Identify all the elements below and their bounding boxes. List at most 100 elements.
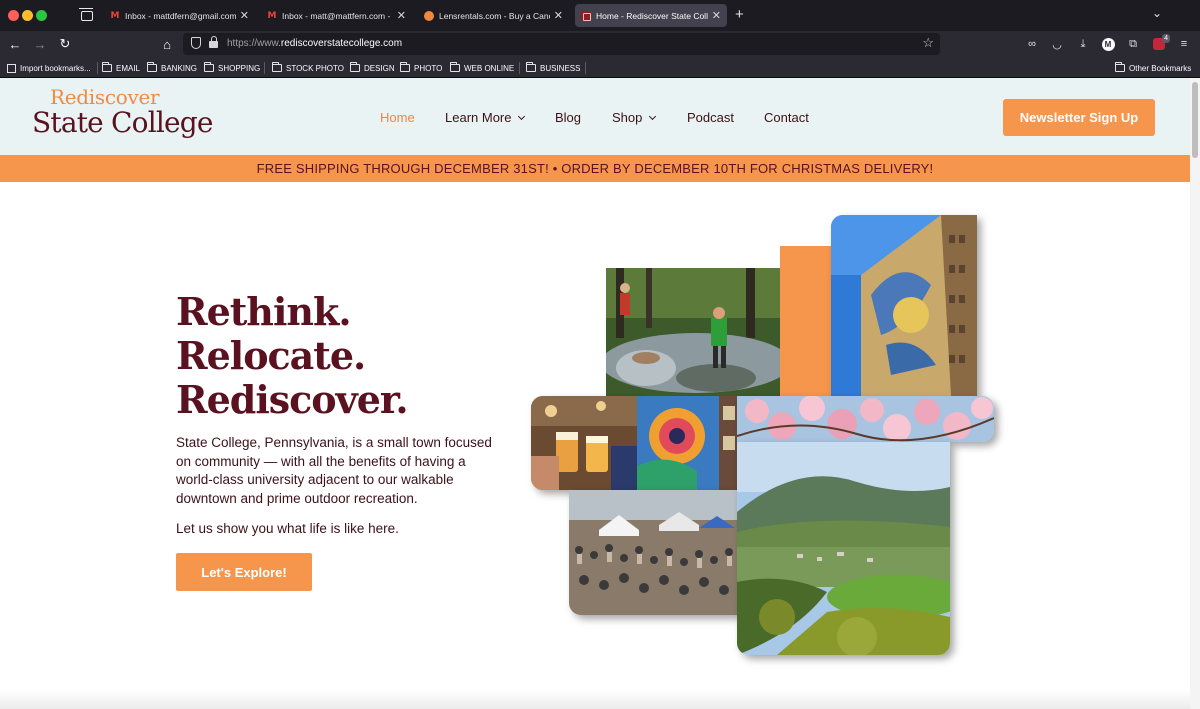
nav-label: Home	[380, 110, 415, 125]
nav-label: Contact	[764, 110, 809, 125]
nav-blog[interactable]: Blog	[555, 110, 581, 125]
bookmarks-toolbar: Import bookmarks... EMAIL BANKING SHOPPI…	[0, 57, 1200, 78]
scrollbar-thumb[interactable]	[1192, 82, 1198, 158]
photo-street-festival	[569, 490, 739, 615]
url-text[interactable]: https://www.rediscoverstatecollege.com	[227, 38, 402, 49]
close-window-button[interactable]	[8, 10, 19, 21]
back-arrow-icon[interactable]: ←	[5, 34, 25, 54]
new-tab-icon[interactable]: +	[735, 6, 744, 23]
bookmark-folder-business[interactable]: BUSINESS	[526, 61, 580, 75]
folder-icon	[1115, 62, 1125, 72]
hero-title-line: Rethink.	[176, 289, 352, 334]
extension-badge-count: 4	[1162, 34, 1170, 43]
bookmark-label: WEB ONLINE	[464, 63, 515, 73]
nav-learn-more[interactable]: Learn More	[445, 110, 526, 125]
bookmark-label: SHOPPING	[218, 63, 261, 73]
bookmark-folder-stock-photo[interactable]: STOCK PHOTO	[272, 61, 344, 75]
gmail-icon: M	[110, 10, 120, 21]
tab-rediscover[interactable]: Home - Rediscover State Colleg ✕	[575, 4, 727, 27]
reload-icon[interactable]: ↻	[55, 34, 75, 54]
decorative-orange-block	[780, 246, 834, 396]
lock-icon[interactable]	[209, 36, 218, 48]
tab-title: Home - Rediscover State Colleg	[596, 10, 708, 21]
folder-icon	[350, 62, 360, 72]
newsletter-signup-button[interactable]: Newsletter Sign Up	[1003, 99, 1155, 136]
nav-podcast[interactable]: Podcast	[687, 110, 734, 125]
forward-arrow-icon[interactable]: →	[30, 34, 50, 54]
browser-toolbar: ← → ↻ ⌂ https://www.rediscoverstatecolle…	[0, 31, 1200, 57]
bookmark-label: BUSINESS	[540, 63, 581, 73]
nav-shop[interactable]: Shop	[612, 110, 657, 125]
close-tab-icon[interactable]: ✕	[712, 9, 721, 22]
extension-glasses-icon[interactable]: ∞	[1022, 34, 1042, 54]
folder-icon	[272, 62, 282, 72]
bookmark-label: Other Bookmarks	[1129, 63, 1192, 73]
chevron-down-icon	[649, 112, 657, 121]
bookmark-label: PHOTO	[414, 63, 443, 73]
minimize-window-button[interactable]	[22, 10, 33, 21]
address-bar[interactable]: https://www.rediscoverstatecollege.com ☆	[183, 33, 940, 55]
photo-hiking-trail	[606, 268, 780, 396]
account-avatar-icon[interactable]: M	[1098, 34, 1118, 54]
maximize-window-button[interactable]	[36, 10, 47, 21]
pocket-icon[interactable]: ◡	[1047, 34, 1067, 54]
tab-gmail-personal[interactable]: M Inbox - mattdfern@gmail.com - ✕	[104, 4, 255, 27]
bookmark-separator	[585, 62, 586, 74]
bookmark-star-icon[interactable]: ☆	[922, 35, 934, 51]
nav-contact[interactable]: Contact	[764, 110, 809, 125]
import-icon	[7, 63, 16, 73]
logo-state-college[interactable]: State College	[32, 106, 214, 139]
nav-label: Shop	[612, 110, 643, 125]
bookmark-folder-other[interactable]: Other Bookmarks	[1115, 61, 1191, 75]
folder-icon	[102, 62, 112, 72]
page-scrollbar[interactable]	[1190, 78, 1200, 709]
menu-hamburger-icon[interactable]: ≡	[1174, 34, 1194, 54]
nav-label: Podcast	[687, 110, 734, 125]
bookmark-folder-design[interactable]: DESIGN	[350, 61, 395, 75]
rediscover-icon	[581, 10, 591, 21]
list-all-tabs-icon[interactable]: ⌄	[1152, 6, 1162, 20]
hero-title: Rethink. Relocate. Rediscover.	[176, 289, 409, 422]
folder-icon	[147, 62, 157, 72]
nav-home[interactable]: Home	[380, 110, 415, 125]
photo-valley-landscape	[737, 442, 950, 655]
lensrentals-icon	[424, 10, 434, 21]
bookmark-label: DESIGN	[364, 63, 395, 73]
close-tab-icon[interactable]: ✕	[554, 9, 563, 22]
folder-icon	[400, 62, 410, 72]
nav-label: Blog	[555, 110, 582, 125]
hero-description: State College, Pennsylvania, is a small …	[176, 435, 492, 506]
close-tab-icon[interactable]: ✕	[240, 9, 249, 22]
tab-title: Inbox - mattdfern@gmail.com -	[125, 10, 236, 21]
bookmark-folder-photo[interactable]: PHOTO	[400, 61, 442, 75]
bookmark-label: EMAIL	[116, 63, 141, 73]
folder-icon	[204, 62, 214, 72]
extensions-puzzle-icon[interactable]: ⧉	[1123, 34, 1143, 54]
bookmark-folder-email[interactable]: EMAIL	[102, 61, 140, 75]
explore-button[interactable]: Let's Explore!	[176, 553, 312, 591]
promo-banner: FREE SHIPPING THROUGH DECEMBER 31ST! • O…	[0, 155, 1190, 182]
tab-title: Inbox - matt@mattfern.com - Fe	[282, 10, 393, 21]
folder-icon	[526, 62, 536, 72]
folder-icon	[450, 62, 460, 72]
tab-gmail-work[interactable]: M Inbox - matt@mattfern.com - Fe ✕	[261, 4, 412, 27]
bookmark-folder-banking[interactable]: BANKING	[147, 61, 197, 75]
section-divider-shadow	[0, 690, 1190, 709]
downloads-icon[interactable]: ⤓	[1073, 34, 1093, 54]
url-domain: rediscoverstatecollege.com	[280, 38, 403, 49]
tab-lensrentals[interactable]: Lensrentals.com - Buy a Canon ✕	[418, 4, 569, 27]
site-header: Rediscover State College Home Learn More…	[0, 78, 1190, 155]
bookmark-separator	[264, 62, 265, 74]
hero-title-line: Relocate.	[176, 333, 366, 378]
home-icon[interactable]: ⌂	[157, 34, 177, 54]
tab-title: Lensrentals.com - Buy a Canon	[439, 10, 550, 21]
close-tab-icon[interactable]: ✕	[397, 9, 406, 22]
bookmark-folder-shopping[interactable]: SHOPPING	[204, 61, 260, 75]
bookmark-label: Import bookmarks...	[20, 63, 91, 73]
bookmark-label: BANKING	[161, 63, 198, 73]
extension-badge-icon[interactable]: 4	[1149, 34, 1170, 54]
tab-overview-icon[interactable]	[76, 5, 98, 27]
tracking-protection-shield-icon[interactable]	[191, 37, 201, 49]
bookmark-folder-web-online[interactable]: WEB ONLINE	[450, 61, 514, 75]
bookmark-import[interactable]: Import bookmarks...	[7, 61, 91, 75]
